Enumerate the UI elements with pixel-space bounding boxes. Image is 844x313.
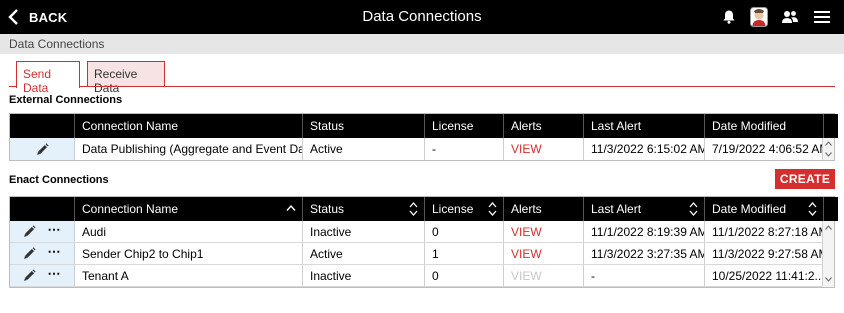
column-header-alerts: Alerts (503, 114, 583, 138)
users-icon[interactable] (781, 8, 799, 26)
more-options-icon[interactable]: ⋯ (48, 223, 62, 236)
enact-connections-heading: Enact Connections (9, 174, 109, 186)
column-header-alerts: Alerts (503, 197, 583, 221)
status-cell: Inactive (302, 265, 424, 286)
table-row[interactable]: Data Publishing (Aggregate and Event Dat… (10, 138, 834, 160)
last-alert-cell: 11/3/2022 6:15:02 AM (583, 138, 704, 160)
status-cell: Inactive (302, 221, 424, 242)
connection-name-cell: Tenant A (74, 265, 302, 286)
scroll-up-icon[interactable] (825, 225, 832, 230)
sort-toggle-icon[interactable] (808, 200, 817, 218)
action-column-header (10, 114, 74, 138)
column-header-license[interactable]: License (424, 197, 503, 221)
back-button[interactable]: BACK (8, 8, 67, 26)
sort-toggle-icon[interactable] (488, 200, 497, 218)
tab-divider (9, 86, 835, 87)
view-alerts-link[interactable]: VIEW (511, 247, 542, 261)
column-header-connection-name[interactable]: Connection Name (74, 197, 302, 221)
more-options-icon[interactable]: ⋯ (48, 267, 62, 280)
alerts-cell: VIEW (503, 138, 583, 160)
column-header-connection-name: Connection Name (74, 114, 302, 138)
column-header-label: Connection Name (82, 202, 179, 216)
column-header-date-modified[interactable]: Date Modified (704, 197, 823, 221)
bell-icon[interactable] (722, 8, 736, 26)
column-header-label: Status (310, 202, 345, 216)
back-label: BACK (29, 9, 68, 25)
table-header-row: Connection Name Status License Alerts La… (10, 197, 838, 221)
scrollbar[interactable] (822, 138, 834, 160)
column-header-license: License (424, 114, 503, 138)
breadcrumb: Data Connections (0, 34, 844, 54)
date-modified-cell: 7/19/2022 4:06:52 AM (704, 138, 823, 160)
status-cell: Active (302, 138, 424, 160)
sort-toggle-icon[interactable] (409, 200, 418, 218)
view-alerts-link[interactable]: VIEW (511, 225, 542, 239)
column-header-status[interactable]: Status (302, 197, 424, 221)
column-header-date-modified: Date Modified (704, 114, 823, 138)
header-scroll-spacer (823, 114, 838, 138)
column-header-label: Last Alert (591, 202, 642, 216)
action-column-header (10, 197, 74, 221)
license-cell: 1 (424, 243, 503, 264)
alerts-cell: VIEW (503, 243, 583, 264)
action-cell: ⋯ (10, 221, 74, 242)
page-title: Data Connections (362, 8, 482, 25)
edit-icon[interactable] (36, 142, 49, 156)
edit-icon[interactable] (23, 269, 36, 282)
enact-connections-table: Connection Name Status License Alerts La… (9, 196, 838, 288)
date-modified-cell: 11/1/2022 8:27:18 AM (704, 221, 823, 242)
license-cell: - (424, 138, 503, 160)
date-modified-cell: 11/3/2022 9:27:58 AM (704, 243, 823, 264)
connection-name-cell: Sender Chip2 to Chip1 (74, 243, 302, 264)
external-connections-heading: External Connections (9, 94, 123, 106)
chevron-left-icon (8, 9, 18, 25)
menu-icon[interactable] (813, 8, 831, 26)
column-header-label: Date Modified (712, 202, 787, 216)
column-header-last-alert: Last Alert (583, 114, 704, 138)
alerts-cell: VIEW (503, 221, 583, 242)
scroll-up-icon[interactable] (825, 141, 832, 146)
tab-receive-data[interactable]: Receive Data (87, 61, 165, 95)
alerts-cell: VIEW (503, 265, 583, 286)
external-connections-table: Connection Name Status License Alerts La… (9, 113, 838, 161)
scrollbar[interactable] (822, 221, 834, 287)
license-cell: 0 (424, 221, 503, 242)
top-bar: BACK Data Connections (0, 0, 844, 34)
license-cell: 0 (424, 265, 503, 286)
column-header-status: Status (302, 114, 424, 138)
table-header-row: Connection Name Status License Alerts La… (10, 114, 838, 138)
last-alert-cell: 11/1/2022 8:19:39 AM (583, 221, 704, 242)
view-alerts-link-disabled: VIEW (511, 268, 542, 283)
column-header-label: License (432, 202, 474, 216)
last-alert-cell: - (583, 265, 704, 286)
sort-toggle-icon[interactable] (689, 200, 698, 218)
table-row[interactable]: ⋯ Audi Inactive 0 VIEW 11/1/2022 8:19:39… (10, 221, 834, 243)
table-row[interactable]: ⋯ Tenant A Inactive 0 VIEW - 10/25/2022 … (10, 265, 834, 287)
column-header-last-alert[interactable]: Last Alert (583, 197, 704, 221)
tab-send-data[interactable]: Send Data (16, 61, 80, 95)
status-cell: Active (302, 243, 424, 264)
action-cell: ⋯ (10, 265, 74, 286)
connection-name-cell: Data Publishing (Aggregate and Event Dat… (74, 138, 302, 160)
table-row[interactable]: ⋯ Sender Chip2 to Chip1 Active 1 VIEW 11… (10, 243, 834, 265)
user-avatar-icon[interactable] (749, 7, 769, 27)
date-modified-cell: 10/25/2022 11:41:2... (704, 265, 823, 286)
create-button[interactable]: CREATE (775, 169, 835, 189)
last-alert-cell: 11/3/2022 3:27:35 AM (583, 243, 704, 264)
connection-name-cell: Audi (74, 221, 302, 242)
header-scroll-spacer (823, 197, 838, 221)
more-options-icon[interactable]: ⋯ (48, 245, 62, 258)
view-alerts-link[interactable]: VIEW (511, 142, 542, 156)
scroll-down-icon[interactable] (825, 277, 832, 282)
edit-icon[interactable] (23, 247, 36, 260)
edit-icon[interactable] (23, 225, 36, 238)
action-cell: ⋯ (10, 243, 74, 264)
sort-ascending-icon[interactable] (286, 204, 296, 212)
action-cell (10, 138, 74, 160)
scroll-down-icon[interactable] (825, 152, 832, 157)
